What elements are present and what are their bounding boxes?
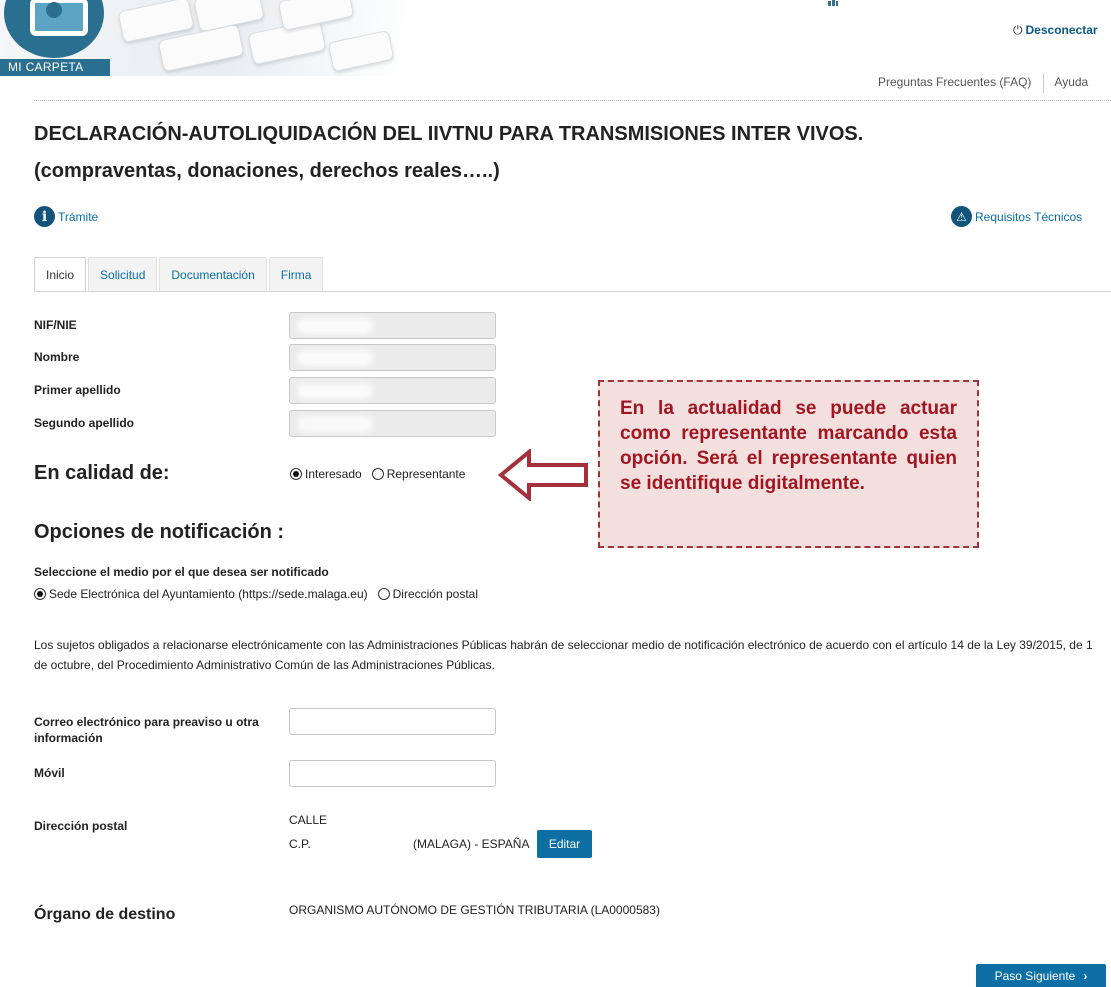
calidad-heading: En calidad de: — [34, 462, 170, 484]
requisitos-label: Requisitos Técnicos — [975, 209, 1083, 224]
tabs-divider — [34, 291, 1111, 292]
chevron-right-icon: › — [1083, 968, 1088, 983]
tab-inicio[interactable]: Inicio — [34, 257, 87, 292]
direccion-region: (MALAGA) - ESPAÑA — [413, 837, 530, 851]
legal-notice: Los sujetos obligados a relacionarse ele… — [34, 638, 1093, 672]
help-link[interactable]: Ayuda — [1054, 75, 1088, 89]
calidad-radio-group: Interesado Representante — [290, 467, 465, 481]
direccion-line1: CALLE — [289, 813, 328, 827]
header-banner: MI CARPETA — [0, 0, 410, 76]
next-step-label: Paso Siguiente — [994, 968, 1076, 983]
apellido1-field — [289, 377, 496, 404]
radio-sede[interactable] — [34, 588, 46, 600]
organo-label: Órgano de destino — [34, 906, 176, 923]
direccion-cp: C.P. — [289, 837, 311, 851]
interesado-label[interactable]: Interesado — [305, 467, 362, 481]
redacted-value — [300, 321, 370, 331]
tab-solicitud[interactable]: Solicitud — [88, 257, 158, 291]
apellido1-label: Primer apellido — [34, 383, 121, 397]
logout-label: Desconectar — [1025, 23, 1098, 37]
representative-callout: En la actualidad se puede actuar como re… — [598, 380, 979, 548]
top-links: Preguntas Frecuentes (FAQ) Ayuda — [878, 73, 1088, 93]
representante-label[interactable]: Representante — [387, 467, 466, 481]
faq-link[interactable]: Preguntas Frecuentes (FAQ) — [878, 75, 1031, 89]
direccion-label: Dirección postal — [34, 819, 128, 833]
tab-bar: Inicio Solicitud Documentación Firma — [34, 257, 325, 292]
power-icon: ⏻ — [1013, 23, 1023, 37]
next-step-button[interactable]: Paso Siguiente › — [976, 964, 1106, 987]
organo-value: ORGANISMO AUTÓNOMO DE GESTIÓN TRIBUTARIA… — [289, 903, 660, 917]
email-label: Correo electrónico para preaviso u otra … — [34, 715, 259, 745]
movil-label: Móvil — [34, 766, 65, 780]
sede-label[interactable]: Sede Electrónica del Ayuntamiento (https… — [49, 587, 368, 601]
mi-carpeta-logo[interactable] — [4, 0, 104, 58]
nombre-field — [289, 344, 496, 371]
keyboard-decoration — [327, 29, 395, 73]
header-divider — [34, 100, 1111, 101]
nif-field — [289, 312, 496, 339]
notificacion-radio-group: Sede Electrónica del Ayuntamiento (https… — [34, 587, 478, 601]
requisitos-link[interactable]: ⚠ Requisitos Técnicos — [951, 206, 1082, 227]
tramite-label: Trámite — [58, 209, 99, 224]
tab-firma[interactable]: Firma — [268, 257, 324, 291]
radio-interesado[interactable] — [290, 468, 302, 480]
user-icon — [46, 2, 62, 18]
callout-text: En la actualidad se puede actuar como re… — [620, 398, 957, 494]
mi-carpeta-label[interactable]: MI CARPETA — [0, 59, 110, 76]
nif-label: NIF/NIE — [34, 318, 77, 332]
radio-postal[interactable] — [377, 588, 390, 600]
apellido2-field — [289, 410, 496, 437]
radio-representante[interactable] — [371, 468, 384, 480]
apellido2-label: Segundo apellido — [34, 416, 135, 430]
email-input[interactable] — [289, 708, 496, 735]
city-emblem-icon — [828, 0, 838, 6]
edit-address-button[interactable]: Editar — [537, 830, 592, 858]
postal-label[interactable]: Dirección postal — [393, 587, 478, 601]
logout-link[interactable]: ⏻ Desconectar — [1013, 23, 1098, 38]
redacted-value — [300, 353, 370, 363]
tab-documentacion[interactable]: Documentación — [159, 257, 267, 291]
notificacion-heading: Opciones de notificación : — [34, 521, 285, 543]
divider — [1043, 73, 1045, 93]
page-title: DECLARACIÓN-AUTOLIQUIDACIÓN DEL IIVTNU P… — [34, 123, 864, 145]
info-icon: i — [34, 206, 55, 227]
movil-input[interactable] — [289, 760, 496, 787]
notificacion-prompt: Seleccione el medio por el que desea ser… — [34, 565, 329, 579]
redacted-value — [300, 386, 370, 396]
page-subtitle: (compraventas, donaciones, derechos real… — [34, 160, 500, 182]
tramite-link[interactable]: i Trámite — [34, 206, 98, 227]
nombre-label: Nombre — [34, 350, 80, 364]
warning-icon: ⚠ — [951, 206, 972, 227]
arrow-left-icon — [498, 449, 588, 501]
redacted-value — [300, 419, 370, 429]
